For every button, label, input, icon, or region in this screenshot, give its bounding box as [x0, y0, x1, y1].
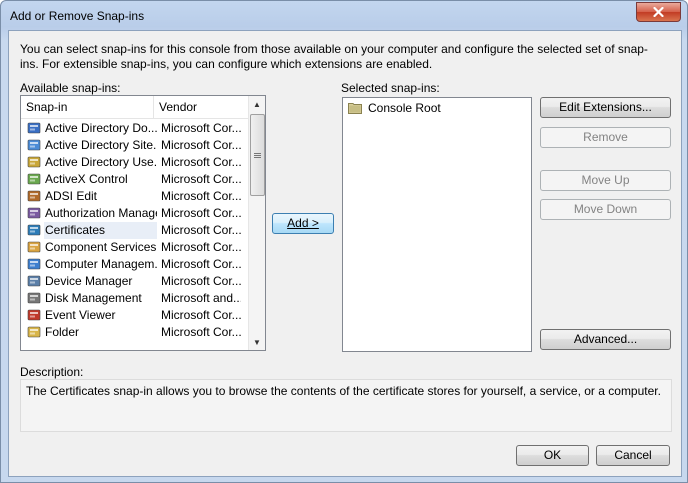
add-button[interactable]: Add > [272, 213, 334, 234]
tree-item-label: Console Root [368, 101, 441, 115]
snapin-name: ActiveX Control [45, 172, 128, 186]
folder-icon [27, 325, 41, 339]
snapin-name: Disk Management [45, 291, 142, 305]
snapin-name: Event Viewer [45, 308, 116, 322]
list-header: Snap-in Vendor [21, 96, 249, 119]
snapin-name: Active Directory Site... [45, 138, 157, 152]
event-viewer-icon [27, 308, 41, 322]
list-item[interactable]: Active Directory Use... Microsoft Cor... [21, 154, 249, 171]
close-icon [653, 7, 664, 17]
list-item[interactable]: Device Manager Microsoft Cor... [21, 273, 249, 290]
column-header-snapin[interactable]: Snap-in [21, 96, 154, 118]
snapin-name: ADSI Edit [45, 189, 98, 203]
description-label: Description: [20, 365, 84, 379]
list-rows: Active Directory Do... Microsoft Cor... Ac… [21, 120, 249, 341]
folder-icon [348, 103, 362, 114]
scroll-up-arrow-icon[interactable]: ▲ [249, 96, 265, 112]
selected-snapins-tree[interactable]: Console Root [342, 97, 532, 352]
snapin-name: Active Directory Use... [45, 155, 157, 169]
list-item[interactable]: Disk Management Microsoft and... [21, 290, 249, 307]
snapin-vendor: Microsoft Cor... [161, 121, 241, 135]
list-item[interactable]: Active Directory Site... Microsoft Cor... [21, 137, 249, 154]
snapin-vendor: Microsoft Cor... [161, 257, 241, 271]
close-button[interactable] [636, 2, 681, 22]
device-manager-icon [27, 274, 41, 288]
list-item[interactable]: Component Services Microsoft Cor... [21, 239, 249, 256]
active-directory-users-icon [27, 155, 41, 169]
snapin-name: Folder [45, 325, 80, 339]
snapin-name: Active Directory Do... [45, 121, 157, 135]
snapin-vendor: Microsoft Cor... [161, 172, 241, 186]
list-item[interactable]: Authorization Manager Microsoft Cor... [21, 205, 249, 222]
snapin-name: Certificates [44, 222, 157, 239]
snapin-vendor: Microsoft Cor... [161, 325, 241, 339]
snapin-vendor: Microsoft Cor... [161, 155, 241, 169]
remove-button[interactable]: Remove [540, 127, 671, 148]
snapin-vendor: Microsoft Cor... [161, 189, 241, 203]
snapin-vendor: Microsoft and... [161, 291, 241, 305]
list-item[interactable]: Event Viewer Microsoft Cor... [21, 307, 249, 324]
list-item[interactable]: Certificates Microsoft Cor... [21, 222, 249, 239]
list-item[interactable]: ActiveX Control Microsoft Cor... [21, 171, 249, 188]
scrollbar-thumb[interactable] [250, 114, 265, 196]
description-text: The Certificates snap-in allows you to b… [26, 384, 661, 398]
intro-text: You can select snap-ins for this console… [20, 42, 648, 71]
list-item[interactable]: ADSI Edit Microsoft Cor... [21, 188, 249, 205]
grip-icon [254, 152, 261, 158]
snapin-name: Authorization Manager [45, 206, 157, 220]
snapin-vendor: Microsoft Cor... [161, 138, 241, 152]
available-snapins-list[interactable]: Snap-in Vendor Active Directory Do... Mic… [20, 95, 266, 351]
scroll-down-arrow-icon[interactable]: ▼ [249, 334, 265, 350]
description-box: The Certificates snap-in allows you to b… [20, 379, 672, 432]
snapin-vendor: Microsoft Cor... [161, 206, 241, 220]
title-bar[interactable]: Add or Remove Snap-ins [1, 1, 687, 31]
window-title: Add or Remove Snap-ins [10, 9, 145, 23]
move-up-button[interactable]: Move Up [540, 170, 671, 191]
list-item[interactable]: Folder Microsoft Cor... [21, 324, 249, 341]
snapin-name: Device Manager [45, 274, 133, 288]
adsi-edit-icon [27, 189, 41, 203]
snapin-vendor: Microsoft Cor... [161, 223, 241, 237]
snapin-vendor: Microsoft Cor... [161, 274, 241, 288]
component-services-icon [27, 240, 41, 254]
authorization-manager-icon [27, 206, 41, 220]
available-snapins-label: Available snap-ins: [20, 81, 121, 95]
snapin-vendor: Microsoft Cor... [161, 240, 241, 254]
move-down-button[interactable]: Move Down [540, 199, 671, 220]
active-directory-sites-icon [27, 138, 41, 152]
activex-control-icon [27, 172, 41, 186]
disk-management-icon [27, 291, 41, 305]
list-item[interactable]: Computer Managem... Microsoft Cor... [21, 256, 249, 273]
advanced-button[interactable]: Advanced... [540, 329, 671, 350]
dialog-body: You can select snap-ins for this console… [8, 30, 682, 477]
active-directory-domains-icon [27, 121, 41, 135]
snapin-name: Computer Managem... [45, 257, 157, 271]
list-item[interactable]: Active Directory Do... Microsoft Cor... [21, 120, 249, 137]
selected-snapins-label: Selected snap-ins: [341, 81, 440, 95]
dialog-window: Add or Remove Snap-ins You can select sn… [0, 0, 688, 483]
snapin-vendor: Microsoft Cor... [161, 308, 241, 322]
vertical-scrollbar[interactable]: ▲ ▼ [248, 96, 265, 350]
add-button-label: Add > [287, 216, 319, 230]
certificates-icon [27, 223, 41, 237]
computer-management-icon [27, 257, 41, 271]
snapin-name: Component Services [45, 240, 157, 254]
column-header-vendor[interactable]: Vendor [154, 96, 249, 118]
cancel-button[interactable]: Cancel [596, 445, 670, 466]
ok-button[interactable]: OK [516, 445, 589, 466]
edit-extensions-button[interactable]: Edit Extensions... [540, 97, 671, 118]
